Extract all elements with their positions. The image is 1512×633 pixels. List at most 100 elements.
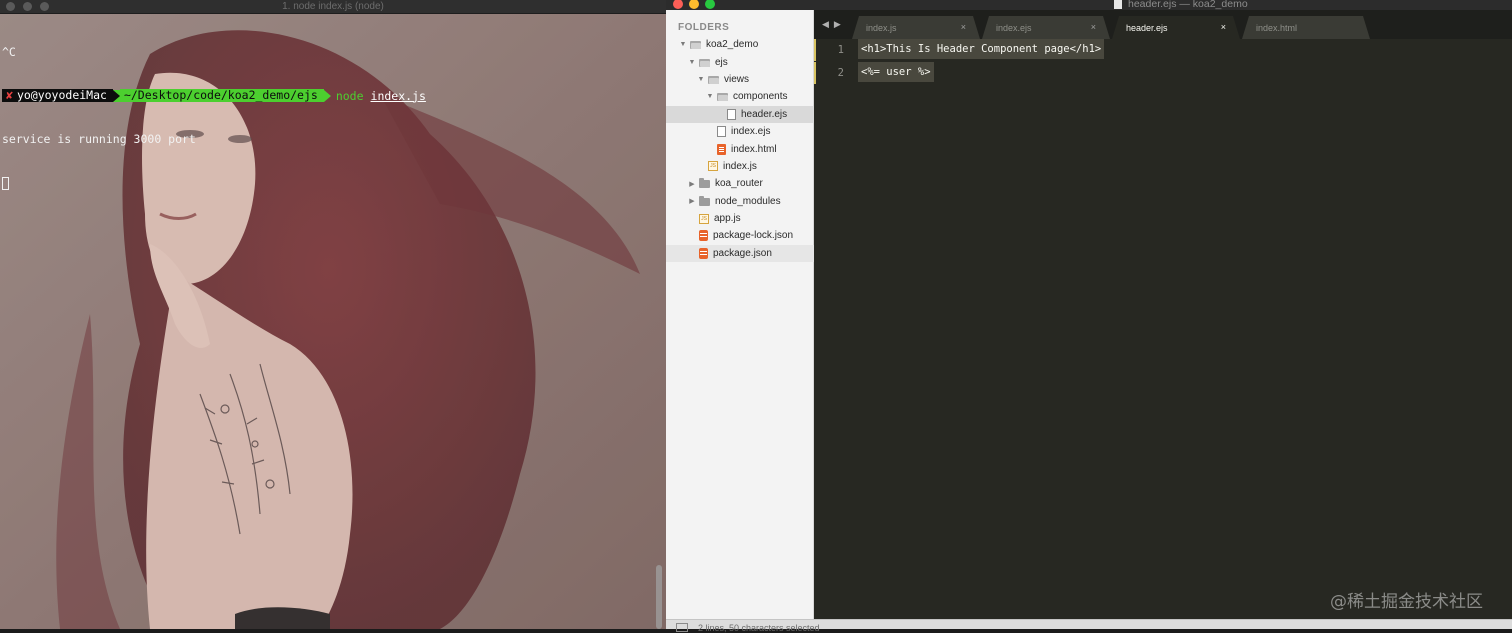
folder-icon bbox=[699, 178, 710, 189]
tree-item-label: package-lock.json bbox=[713, 230, 794, 242]
terminal-prompt-line: ✘ yo@yoyodeiMac ~/Desktop/code/koa2_demo/… bbox=[2, 89, 662, 104]
command-argument: index.js bbox=[370, 88, 426, 103]
prompt-user-segment: ✘ yo@yoyodeiMac bbox=[2, 88, 113, 103]
tree-item-label: koa_router bbox=[715, 178, 763, 190]
chevron-left-icon[interactable]: ◀ bbox=[822, 19, 829, 30]
watermark: @稀土掘金技术社区 bbox=[1330, 592, 1483, 612]
tab-index-ejs[interactable]: index.ejs × bbox=[982, 16, 1110, 39]
close-icon[interactable]: × bbox=[1221, 22, 1226, 32]
tree-item-label: ejs bbox=[715, 56, 728, 68]
folder-open-icon bbox=[690, 39, 701, 50]
tree-item-header-ejs[interactable]: header.ejs bbox=[666, 105, 814, 123]
tree-item-label: views bbox=[724, 73, 750, 85]
terminal-line-text: ^C bbox=[2, 45, 16, 59]
tree-item-index-js[interactable]: JS index.js bbox=[666, 158, 814, 175]
folder-sidebar[interactable]: FOLDERS ▼ koa2_demo ▼ ejs ▼ views ▼ componen… bbox=[666, 10, 814, 619]
tree-item-ejs[interactable]: ▼ ejs bbox=[666, 53, 814, 70]
tab-label: header.ejs bbox=[1126, 22, 1168, 33]
close-icon[interactable]: × bbox=[1091, 22, 1096, 32]
tab-index-html[interactable]: index.html bbox=[1242, 16, 1370, 39]
line-number: 2 bbox=[837, 67, 844, 79]
terminal-titlebar: 1. node index.js (node) bbox=[0, 0, 666, 14]
editor-window[interactable]: header.ejs — koa2_demo FOLDERS ▼ koa2_dem… bbox=[666, 0, 1512, 633]
tab-header-ejs[interactable]: header.ejs × bbox=[1112, 16, 1240, 39]
terminal-scrollbar[interactable] bbox=[656, 565, 662, 629]
tab-navigation[interactable]: ◀ ▶ bbox=[822, 19, 841, 30]
minimize-window-button[interactable] bbox=[689, 0, 699, 9]
folder-icon bbox=[699, 195, 710, 207]
terminal-cursor bbox=[2, 176, 9, 190]
tree-item-label: package.json bbox=[713, 247, 772, 259]
terminal-line bbox=[2, 176, 662, 191]
json-file-icon bbox=[699, 247, 708, 259]
tree-item-package-json[interactable]: package.json bbox=[666, 244, 814, 263]
tree-item-app-js[interactable]: JS app.js bbox=[666, 210, 814, 227]
tree-item-index-ejs[interactable]: index.ejs bbox=[666, 123, 814, 140]
tree-item-node-modules[interactable]: ▶ node_modules bbox=[666, 193, 814, 210]
status-bar: 2 lines, 50 characters selected bbox=[666, 619, 1512, 633]
status-selection-info: 2 lines, 50 characters selected bbox=[698, 623, 820, 633]
chevron-down-icon[interactable]: ▼ bbox=[696, 76, 706, 83]
tree-item-label: koa2_demo bbox=[706, 39, 759, 51]
file-tree[interactable]: ▼ koa2_demo ▼ ejs ▼ views ▼ components heade… bbox=[666, 36, 814, 263]
tree-item-label: index.html bbox=[731, 143, 777, 155]
chevron-down-icon[interactable]: ▼ bbox=[705, 93, 715, 100]
tree-item-components[interactable]: ▼ components bbox=[666, 88, 814, 105]
prompt-path-segment: ~/Desktop/code/koa2_demo/ejs bbox=[119, 89, 324, 103]
file-icon bbox=[717, 126, 726, 138]
close-window-button[interactable] bbox=[673, 0, 683, 9]
tree-item-label: index.js bbox=[723, 160, 757, 172]
tab-label: index.js bbox=[866, 22, 897, 33]
tree-item-label: components bbox=[733, 91, 788, 103]
tab-bar[interactable]: ◀ ▶ index.js × index.ejs × header.ejs × … bbox=[814, 10, 1512, 39]
terminal-output[interactable]: ^C ✘ yo@yoyodeiMac ~/Desktop/code/koa2_de… bbox=[2, 16, 662, 219]
close-icon[interactable]: × bbox=[961, 22, 966, 32]
code-line-selected[interactable]: <h1>This Is Header Component page</h1> bbox=[858, 39, 1105, 59]
tab-label: index.html bbox=[1256, 22, 1298, 33]
folder-open-icon bbox=[699, 57, 710, 68]
json-file-icon bbox=[699, 230, 708, 242]
terminal-line: ^C bbox=[2, 45, 662, 60]
prompt-user-text: yo@yoyodeiMac bbox=[16, 88, 107, 103]
tab-index-js[interactable]: index.js × bbox=[852, 16, 980, 39]
document-icon bbox=[1114, 0, 1122, 9]
command-name: node bbox=[335, 88, 364, 103]
terminal-line-text: service is running 3000 port bbox=[2, 132, 196, 146]
chevron-right-icon[interactable]: ▶ bbox=[834, 19, 841, 30]
tree-item-label: header.ejs bbox=[741, 108, 788, 120]
tree-item-koa-router[interactable]: ▶ koa_router bbox=[666, 175, 814, 192]
terminal-window[interactable]: 1. node index.js (node) ^C ✘ yo@yoyodeiM… bbox=[0, 0, 666, 629]
folder-open-icon bbox=[708, 74, 719, 85]
line-number: 1 bbox=[837, 44, 844, 56]
prompt-separator-icon bbox=[112, 89, 120, 102]
tab-label: index.ejs bbox=[996, 22, 1032, 33]
zoom-window-button[interactable] bbox=[705, 0, 715, 9]
editor-window-controls bbox=[673, 0, 715, 9]
tree-item-label: app.js bbox=[714, 213, 741, 225]
panel-toggle-icon[interactable] bbox=[676, 623, 688, 632]
tree-item-label: index.ejs bbox=[731, 126, 771, 138]
tree-item-package-lock-json[interactable]: package-lock.json bbox=[666, 227, 814, 244]
error-status-icon: ✘ bbox=[6, 88, 13, 103]
js-file-icon: JS bbox=[699, 213, 709, 224]
chevron-down-icon[interactable]: ▼ bbox=[678, 41, 688, 48]
editor-window-title: header.ejs — koa2_demo bbox=[1114, 0, 1248, 10]
tree-item-index-html[interactable]: index.html bbox=[666, 140, 814, 157]
code-editor[interactable]: 1 2 <h1>This Is Header Component page</h… bbox=[814, 39, 1512, 619]
chevron-right-icon[interactable]: ▶ bbox=[687, 197, 697, 205]
chevron-down-icon[interactable]: ▼ bbox=[687, 59, 697, 66]
html-file-icon bbox=[717, 143, 726, 155]
tree-item-views[interactable]: ▼ views bbox=[666, 71, 814, 88]
terminal-line: service is running 3000 port bbox=[2, 132, 662, 147]
tree-item-label: node_modules bbox=[715, 195, 781, 207]
prompt-separator-icon bbox=[323, 89, 331, 102]
sidebar-heading: FOLDERS bbox=[678, 22, 730, 33]
folder-open-icon bbox=[717, 91, 728, 102]
editor-window-title-text: header.ejs — koa2_demo bbox=[1128, 0, 1248, 10]
js-file-icon: JS bbox=[708, 161, 718, 172]
line-gutter: 1 2 bbox=[814, 39, 854, 619]
tree-item-koa2-demo[interactable]: ▼ koa2_demo bbox=[666, 36, 814, 53]
code-line-selected[interactable]: <%= user %> bbox=[858, 62, 934, 82]
file-icon bbox=[727, 108, 736, 120]
chevron-right-icon[interactable]: ▶ bbox=[687, 180, 697, 188]
